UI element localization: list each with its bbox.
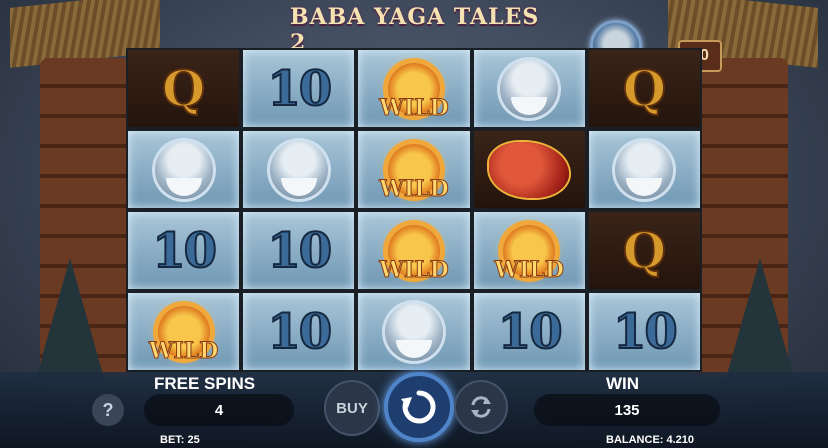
ten-symbol: 10 bbox=[266, 222, 333, 280]
wild-symbol: WILD bbox=[358, 212, 469, 289]
old-man-symbol-icon bbox=[151, 137, 216, 202]
reel-cell: WILD bbox=[358, 131, 470, 208]
reel-cell bbox=[473, 50, 585, 127]
balance-amount: BALANCE: 4.210 bbox=[606, 434, 695, 446]
win-label: WIN bbox=[606, 374, 640, 393]
wild-symbol: WILD bbox=[128, 293, 239, 370]
queen-symbol: Q bbox=[622, 58, 668, 119]
spin-arrow-icon bbox=[401, 390, 436, 424]
free-spins-label: FREE SPINS bbox=[154, 374, 256, 393]
reel-cell: 10 bbox=[243, 293, 355, 370]
reel-cell: 10 bbox=[588, 293, 700, 370]
reel-cell: 10 bbox=[243, 50, 355, 127]
win-value: 135 bbox=[534, 394, 720, 426]
autoplay-button[interactable] bbox=[454, 380, 508, 434]
bet-amount: BET: 25 bbox=[160, 434, 200, 446]
reel-cell: 10 bbox=[473, 293, 585, 370]
ten-symbol: 10 bbox=[612, 303, 679, 361]
reel-cell bbox=[243, 131, 355, 208]
buy-feature-button[interactable]: BUY bbox=[324, 380, 380, 436]
wild-symbol: WILD bbox=[474, 212, 585, 289]
reel-cell bbox=[128, 131, 240, 208]
reel-cell: Q bbox=[588, 212, 700, 289]
free-spins-value: 4 bbox=[144, 394, 294, 426]
help-button[interactable]: ? bbox=[92, 394, 124, 426]
dragon-symbol-icon bbox=[489, 141, 570, 198]
reel-cell: 10 bbox=[243, 212, 355, 289]
wild-symbol: WILD bbox=[358, 50, 469, 127]
reel-cell: Q bbox=[128, 50, 240, 127]
pine-tree-right bbox=[726, 258, 794, 378]
reel-cell: 10 bbox=[128, 212, 240, 289]
reel-cell: Q bbox=[588, 50, 700, 127]
old-man-symbol-icon bbox=[266, 137, 331, 202]
spin-button[interactable] bbox=[384, 372, 454, 442]
ten-symbol: 10 bbox=[266, 60, 333, 118]
old-man-symbol-icon bbox=[497, 56, 562, 121]
reel-cell: WILD bbox=[128, 293, 240, 370]
wild-label: WILD bbox=[148, 338, 219, 365]
queen-symbol: Q bbox=[161, 58, 207, 119]
autoplay-icon bbox=[471, 396, 491, 418]
reel-cell bbox=[588, 131, 700, 208]
old-man-symbol-icon bbox=[612, 137, 677, 202]
wild-label: WILD bbox=[379, 176, 450, 203]
wild-symbol: WILD bbox=[358, 131, 469, 208]
ten-symbol: 10 bbox=[266, 303, 333, 361]
reel-cell: WILD bbox=[358, 50, 470, 127]
ten-symbol: 10 bbox=[497, 303, 564, 361]
buy-label: BUY bbox=[336, 399, 368, 417]
pine-tree-left bbox=[36, 258, 104, 378]
ten-symbol: 10 bbox=[151, 222, 218, 280]
game-logo: BABA YAGA TALES 2 bbox=[290, 4, 540, 56]
help-icon: ? bbox=[102, 399, 114, 420]
reel-cell: WILD bbox=[473, 212, 585, 289]
wild-label: WILD bbox=[379, 95, 450, 122]
reel-cell bbox=[358, 293, 470, 370]
queen-symbol: Q bbox=[622, 220, 668, 281]
wild-label: WILD bbox=[494, 257, 565, 284]
reel-cell: WILD bbox=[358, 212, 470, 289]
reel-cell bbox=[473, 131, 585, 208]
old-man-symbol-icon bbox=[381, 299, 446, 364]
wild-label: WILD bbox=[379, 257, 450, 284]
reel-grid: Q 10 WILD Q WILD 10 10 WILD WILD Q WILD 10 10 10 bbox=[126, 48, 702, 372]
